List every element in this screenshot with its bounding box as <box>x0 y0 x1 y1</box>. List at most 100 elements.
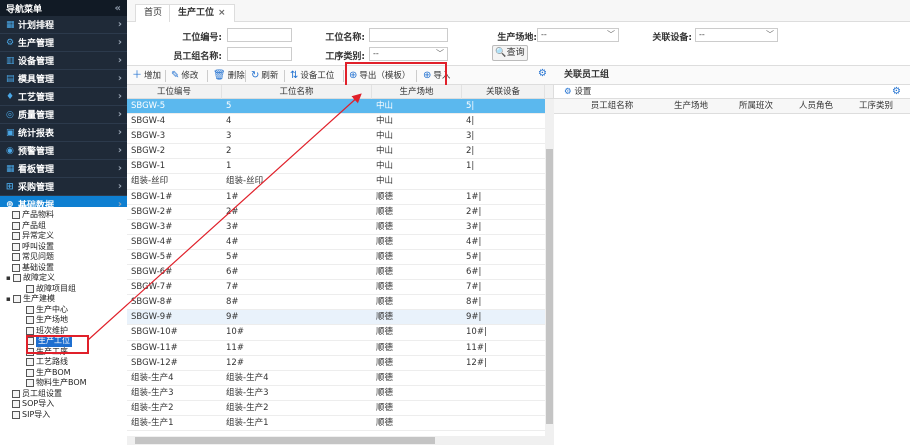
close-icon[interactable]: × <box>218 8 226 18</box>
column-header[interactable]: 生产场地 <box>656 99 726 114</box>
gear-icon[interactable]: ⚙ <box>564 87 572 97</box>
tree-node[interactable]: 产品组 <box>0 221 127 232</box>
table-row[interactable]: SBGW-10# 10# 顺德 10#| <box>127 325 545 341</box>
gear-icon[interactable]: ⚙ <box>538 68 547 79</box>
table-row[interactable]: SBGW-4 4 中山 4| <box>127 114 545 130</box>
table-row[interactable]: 组装-生产2 组装-生产2 顺德 <box>127 401 545 416</box>
device-station-button[interactable]: ⇅ 设备工位 <box>290 68 334 83</box>
table-cell: 10# <box>226 327 244 338</box>
query-button[interactable]: 🔍查询 <box>492 45 528 61</box>
page-icon <box>12 211 20 220</box>
table-row[interactable]: SBGW-2 2 中山 2| <box>127 144 545 160</box>
table-cell: 组装-丝印 <box>226 176 264 187</box>
table-cell: 1# <box>226 191 239 202</box>
gear-icon[interactable]: ⚙ <box>892 86 901 97</box>
column-header[interactable]: 所属班次 <box>726 99 786 114</box>
tree-node[interactable]: ▪ 故障定义 <box>0 273 127 284</box>
table-cell: 10#| <box>466 327 487 338</box>
table-row[interactable]: SBGW-2# 2# 顺德 2#| <box>127 205 545 220</box>
table-row[interactable]: SBGW-6# 6# 顺德 6#| <box>127 265 545 281</box>
tree-node[interactable]: SOP导入 <box>0 399 127 410</box>
column-header[interactable]: 员工组名称 <box>568 99 656 114</box>
tree-node[interactable]: 基础设置 <box>0 263 127 274</box>
table-cell: 顺德 <box>376 372 394 383</box>
sidebar-item-5[interactable]: ◎ 质量管理 › <box>0 106 127 124</box>
tree-node[interactable]: 常见问题 <box>0 252 127 263</box>
scroll-thumb[interactable] <box>135 437 435 444</box>
tree-node[interactable]: 呼叫设置 <box>0 242 127 253</box>
table-row[interactable]: 组装-生产4 组装-生产4 顺德 <box>127 371 545 386</box>
collapse-icon[interactable]: « <box>115 3 121 14</box>
sidebar-item-8[interactable]: ▦ 看板管理 › <box>0 160 127 178</box>
group-name-input[interactable] <box>227 47 292 61</box>
table-row[interactable]: SBGW-3# 3# 顺德 3#| <box>127 220 545 235</box>
table-cell: 中山 <box>376 146 394 157</box>
sidebar-item-4[interactable]: ♦ 工艺管理 › <box>0 88 127 106</box>
column-header[interactable]: 工序类别 <box>846 99 906 114</box>
refresh-button[interactable]: ↻ 刷新 <box>251 68 278 83</box>
alert-icon: ◉ <box>6 145 14 156</box>
horizontal-scrollbar[interactable] <box>127 436 554 445</box>
tree-node[interactable]: ▪ 生产建模 <box>0 294 127 305</box>
site-select[interactable]: -- ﹀ <box>537 28 619 42</box>
settings-button[interactable]: 设置 <box>574 87 591 97</box>
sidebar-item-3[interactable]: ▤ 模具管理 › <box>0 70 127 88</box>
table-cell: SBGW-11# <box>131 342 178 353</box>
edit-button[interactable]: ✎ 修改 <box>171 68 198 83</box>
delete-button[interactable]: 🗑 删除 <box>213 68 245 83</box>
table-row[interactable]: SBGW-1# 1# 顺德 1#| <box>127 190 545 205</box>
table-row[interactable]: SBGW-3 3 中山 3| <box>127 129 545 145</box>
process-select[interactable]: -- ﹀ <box>369 47 448 61</box>
device-select[interactable]: -- ﹀ <box>695 28 778 42</box>
sidebar-item-1[interactable]: ⚙ 生产管理 › <box>0 34 127 52</box>
table-row[interactable]: SBGW-7# 7# 顺德 7#| <box>127 280 545 296</box>
table-cell: 8# <box>226 297 239 308</box>
column-header[interactable]: 关联设备 <box>462 85 545 99</box>
column-header[interactable]: 生产场地 <box>372 85 462 99</box>
table-row[interactable]: 组装-生产3 组装-生产3 顺德 <box>127 386 545 401</box>
station-name-input[interactable] <box>369 28 448 42</box>
table-row[interactable]: 组装-生产1 组装-生产1 顺德 <box>127 416 545 432</box>
table-cell: SBGW-4 <box>131 116 166 127</box>
table-row[interactable]: SBGW-5# 5# 顺德 5#| <box>127 250 545 266</box>
tab-production-station[interactable]: 生产工位 × <box>169 4 235 22</box>
table-row[interactable]: SBGW-1 1 中山 1| <box>127 159 545 175</box>
sidebar-item-0[interactable]: ▦ 计划排程 › <box>0 16 127 34</box>
tree-node[interactable]: 工艺路线 <box>0 357 127 368</box>
tree-node[interactable]: 产品物料 <box>0 210 127 221</box>
collapse-toggle-icon[interactable]: ▪ <box>6 294 13 305</box>
table-cell: SBGW-7# <box>131 282 173 293</box>
table-row[interactable]: SBGW-5 5 中山 5| <box>127 99 545 115</box>
tree-node[interactable]: 物料生产BOM <box>0 378 127 389</box>
add-button[interactable]: ＋增加 <box>132 68 161 83</box>
tree-node[interactable]: 异常定义 <box>0 231 127 242</box>
vertical-scrollbar[interactable] <box>545 99 554 436</box>
table-row[interactable]: SBGW-4# 4# 顺德 4#| <box>127 235 545 250</box>
column-header[interactable]: 人员角色 <box>786 99 846 114</box>
tree-node[interactable]: SIP导入 <box>0 410 127 421</box>
station-code-input[interactable] <box>227 28 292 42</box>
table-row[interactable]: SBGW-9# 9# 顺德 9#| <box>127 310 545 326</box>
table-cell: 中山 <box>376 131 394 142</box>
sidebar-item-2[interactable]: ▥ 设备管理 › <box>0 52 127 70</box>
sidebar-item-6[interactable]: ▣ 统计报表 › <box>0 124 127 142</box>
tree-node[interactable]: 员工组设置 <box>0 389 127 400</box>
page-icon <box>26 284 34 293</box>
tab-home[interactable]: 首页 <box>135 4 172 22</box>
table-cell: 组装-生产4 <box>131 372 174 383</box>
tree-node[interactable]: 生产中心 <box>0 305 127 316</box>
table-row[interactable]: SBGW-11# 11# 顺德 11#| <box>127 341 545 356</box>
sidebar-item-7[interactable]: ◉ 预警管理 › <box>0 142 127 160</box>
collapse-toggle-icon[interactable]: ▪ <box>6 273 13 284</box>
table-row[interactable]: SBGW-8# 8# 顺德 8#| <box>127 295 545 311</box>
tree-node[interactable]: 生产场地 <box>0 315 127 326</box>
tree-node[interactable]: 生产BOM <box>0 368 127 379</box>
tree-node[interactable]: 故障项目组 <box>0 284 127 295</box>
table-row[interactable]: SBGW-12# 12# 顺德 12#| <box>127 356 545 371</box>
sidebar-item-9[interactable]: ⊞ 采购管理 › <box>0 178 127 196</box>
table-row[interactable]: 组装-丝印 组装-丝印 中山 <box>127 174 545 190</box>
scroll-thumb[interactable] <box>546 149 553 424</box>
column-header[interactable]: 工位编号 <box>127 85 222 99</box>
sidebar-item-label: 设备管理 <box>18 57 55 67</box>
column-header[interactable]: 工位名称 <box>222 85 372 99</box>
